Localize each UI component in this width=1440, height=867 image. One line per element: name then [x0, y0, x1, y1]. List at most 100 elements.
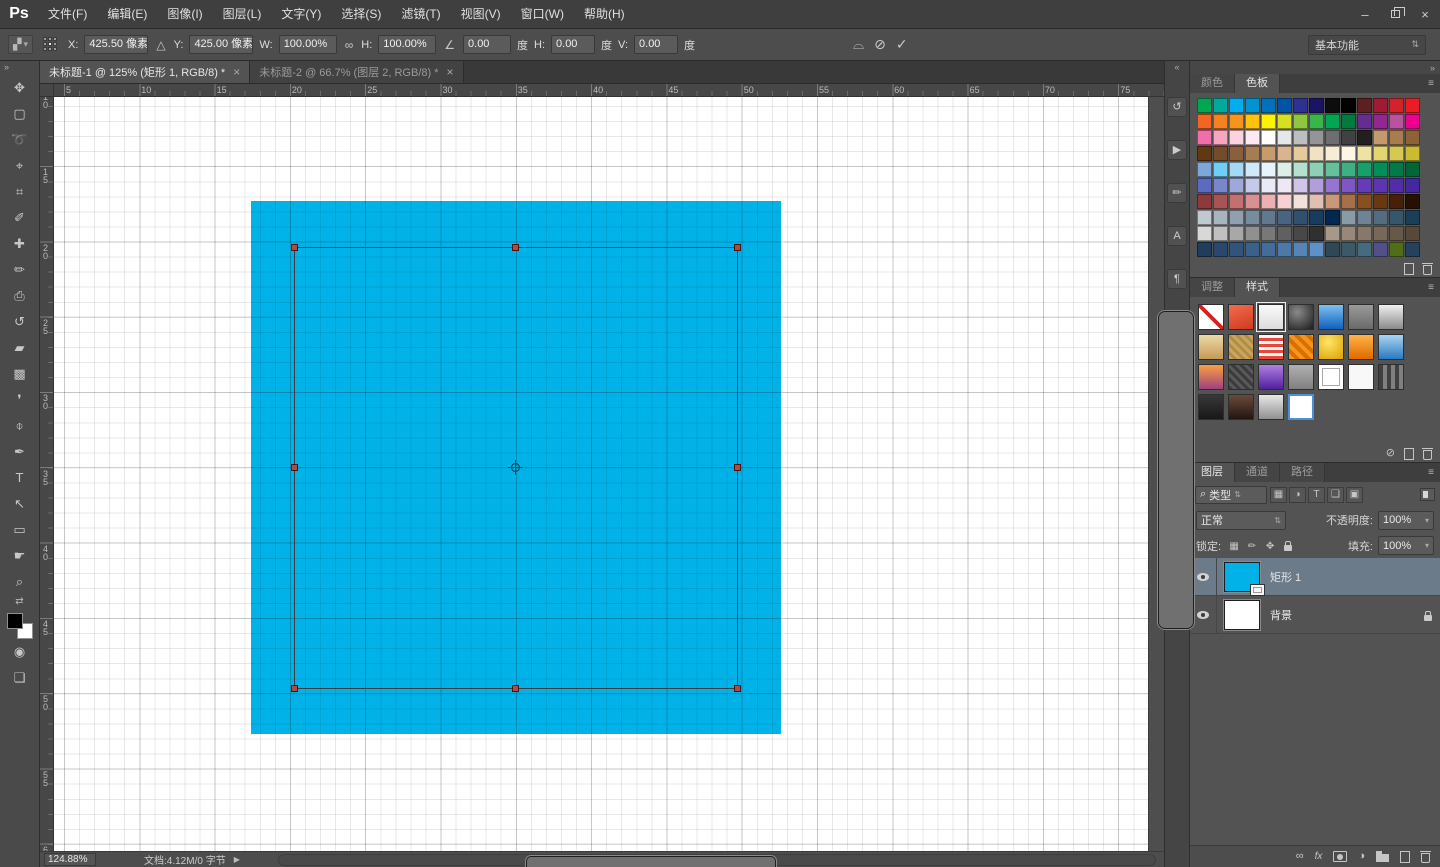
close-button[interactable]: ×: [1410, 0, 1440, 28]
swatch[interactable]: [1245, 162, 1260, 177]
style-item[interactable]: [1228, 364, 1254, 390]
horizontal-scrollbar-thumb[interactable]: [526, 856, 776, 867]
filter-pixel-layers-icon[interactable]: ▦: [1270, 487, 1287, 503]
layer-thumbnail-background[interactable]: [1224, 600, 1260, 630]
tab-swatches[interactable]: 色板: [1235, 74, 1280, 93]
ruler-origin-corner[interactable]: [40, 84, 54, 97]
document-tab-2[interactable]: 未标题-2 @ 66.7% (图层 2, RGB/8) * ×: [250, 61, 463, 83]
layer-visibility-cell[interactable]: [1190, 558, 1217, 595]
quick-mask-button[interactable]: ◉: [5, 639, 35, 665]
swatch[interactable]: [1325, 178, 1340, 193]
style-item[interactable]: [1348, 334, 1374, 360]
swatch[interactable]: [1261, 114, 1276, 129]
rectangular-marquee-tool[interactable]: ▢: [5, 101, 35, 127]
pen-tool[interactable]: ✒: [5, 439, 35, 465]
toolbar-collapse-icon[interactable]: »: [0, 61, 13, 75]
swatch[interactable]: [1325, 194, 1340, 209]
menu-item[interactable]: 滤镜(T): [391, 0, 450, 28]
swatch[interactable]: [1325, 130, 1340, 145]
style-item[interactable]: [1378, 364, 1404, 390]
tab-color[interactable]: 颜色: [1190, 74, 1235, 93]
swatch[interactable]: [1261, 226, 1276, 241]
menu-item[interactable]: 窗口(W): [511, 0, 574, 28]
swap-colors-icon[interactable]: ⇄: [15, 595, 23, 609]
swatch[interactable]: [1389, 130, 1404, 145]
swatch[interactable]: [1373, 98, 1388, 113]
swatch[interactable]: [1309, 242, 1324, 257]
swatch[interactable]: [1261, 194, 1276, 209]
lasso-tool[interactable]: ➰: [5, 127, 35, 153]
swatch[interactable]: [1341, 242, 1356, 257]
clone-stamp-tool[interactable]: ⎙: [5, 283, 35, 309]
swatch[interactable]: [1405, 242, 1420, 257]
eraser-tool[interactable]: ▰: [5, 335, 35, 361]
width-scale-input[interactable]: 100.00%: [279, 35, 337, 54]
style-item[interactable]: [1198, 334, 1224, 360]
swatch[interactable]: [1357, 178, 1372, 193]
style-item[interactable]: [1348, 364, 1374, 390]
style-item[interactable]: [1348, 304, 1374, 330]
vector-mask-thumbnail[interactable]: [1250, 584, 1265, 596]
panel-menu-icon[interactable]: ≡: [1428, 463, 1440, 482]
swatch[interactable]: [1229, 178, 1244, 193]
swatch[interactable]: [1229, 98, 1244, 113]
swatch[interactable]: [1309, 114, 1324, 129]
swatch[interactable]: [1245, 242, 1260, 257]
swatch[interactable]: [1357, 130, 1372, 145]
paragraph-panel-icon[interactable]: ¶: [1167, 269, 1187, 289]
swatch[interactable]: [1389, 210, 1404, 225]
hand-tool[interactable]: ☛: [5, 543, 35, 569]
style-item[interactable]: [1198, 304, 1224, 330]
swatch[interactable]: [1309, 194, 1324, 209]
swatch[interactable]: [1213, 242, 1228, 257]
style-item[interactable]: [1198, 394, 1224, 420]
type-tool[interactable]: T: [5, 465, 35, 491]
swatch[interactable]: [1357, 98, 1372, 113]
swatch[interactable]: [1293, 98, 1308, 113]
swatch[interactable]: [1277, 242, 1292, 257]
screen-mode-button[interactable]: ❏: [5, 665, 35, 691]
swatch[interactable]: [1197, 162, 1212, 177]
swatch[interactable]: [1245, 114, 1260, 129]
swatch[interactable]: [1405, 226, 1420, 241]
swatch[interactable]: [1245, 130, 1260, 145]
swatch[interactable]: [1213, 210, 1228, 225]
swatch[interactable]: [1405, 194, 1420, 209]
swatch[interactable]: [1229, 114, 1244, 129]
style-item[interactable]: [1258, 394, 1284, 420]
swatch[interactable]: [1213, 114, 1228, 129]
swatch[interactable]: [1341, 114, 1356, 129]
swatch[interactable]: [1277, 226, 1292, 241]
menu-item[interactable]: 帮助(H): [574, 0, 635, 28]
swatch[interactable]: [1389, 98, 1404, 113]
swatch[interactable]: [1213, 226, 1228, 241]
style-item[interactable]: [1288, 334, 1314, 360]
swatch[interactable]: [1325, 114, 1340, 129]
tab-paths[interactable]: 路径: [1280, 463, 1325, 482]
history-panel-icon[interactable]: ↺: [1167, 97, 1187, 117]
swatch[interactable]: [1197, 210, 1212, 225]
eyedropper-tool[interactable]: ✐: [5, 205, 35, 231]
swatch[interactable]: [1405, 146, 1420, 161]
swatch[interactable]: [1341, 226, 1356, 241]
transform-handle-top-right[interactable]: [734, 244, 741, 251]
swatch[interactable]: [1229, 242, 1244, 257]
fill-select[interactable]: 100% ▾: [1378, 536, 1434, 555]
swatch[interactable]: [1213, 146, 1228, 161]
swatch[interactable]: [1261, 210, 1276, 225]
transform-handle-top-left[interactable]: [291, 244, 298, 251]
filter-adjustment-layers-icon[interactable]: ◑: [1289, 487, 1306, 503]
minimize-button[interactable]: –: [1350, 0, 1380, 28]
style-item[interactable]: [1288, 394, 1314, 420]
new-swatch-icon[interactable]: [1404, 263, 1414, 275]
restore-button[interactable]: [1380, 0, 1410, 28]
swatch[interactable]: [1309, 130, 1324, 145]
layer-row-background[interactable]: 背景: [1190, 596, 1440, 634]
swatch[interactable]: [1293, 242, 1308, 257]
swatch[interactable]: [1197, 194, 1212, 209]
swatch[interactable]: [1229, 130, 1244, 145]
style-item[interactable]: [1258, 334, 1284, 360]
swatch[interactable]: [1277, 146, 1292, 161]
swatch[interactable]: [1341, 162, 1356, 177]
gradient-tool[interactable]: ▩: [5, 361, 35, 387]
